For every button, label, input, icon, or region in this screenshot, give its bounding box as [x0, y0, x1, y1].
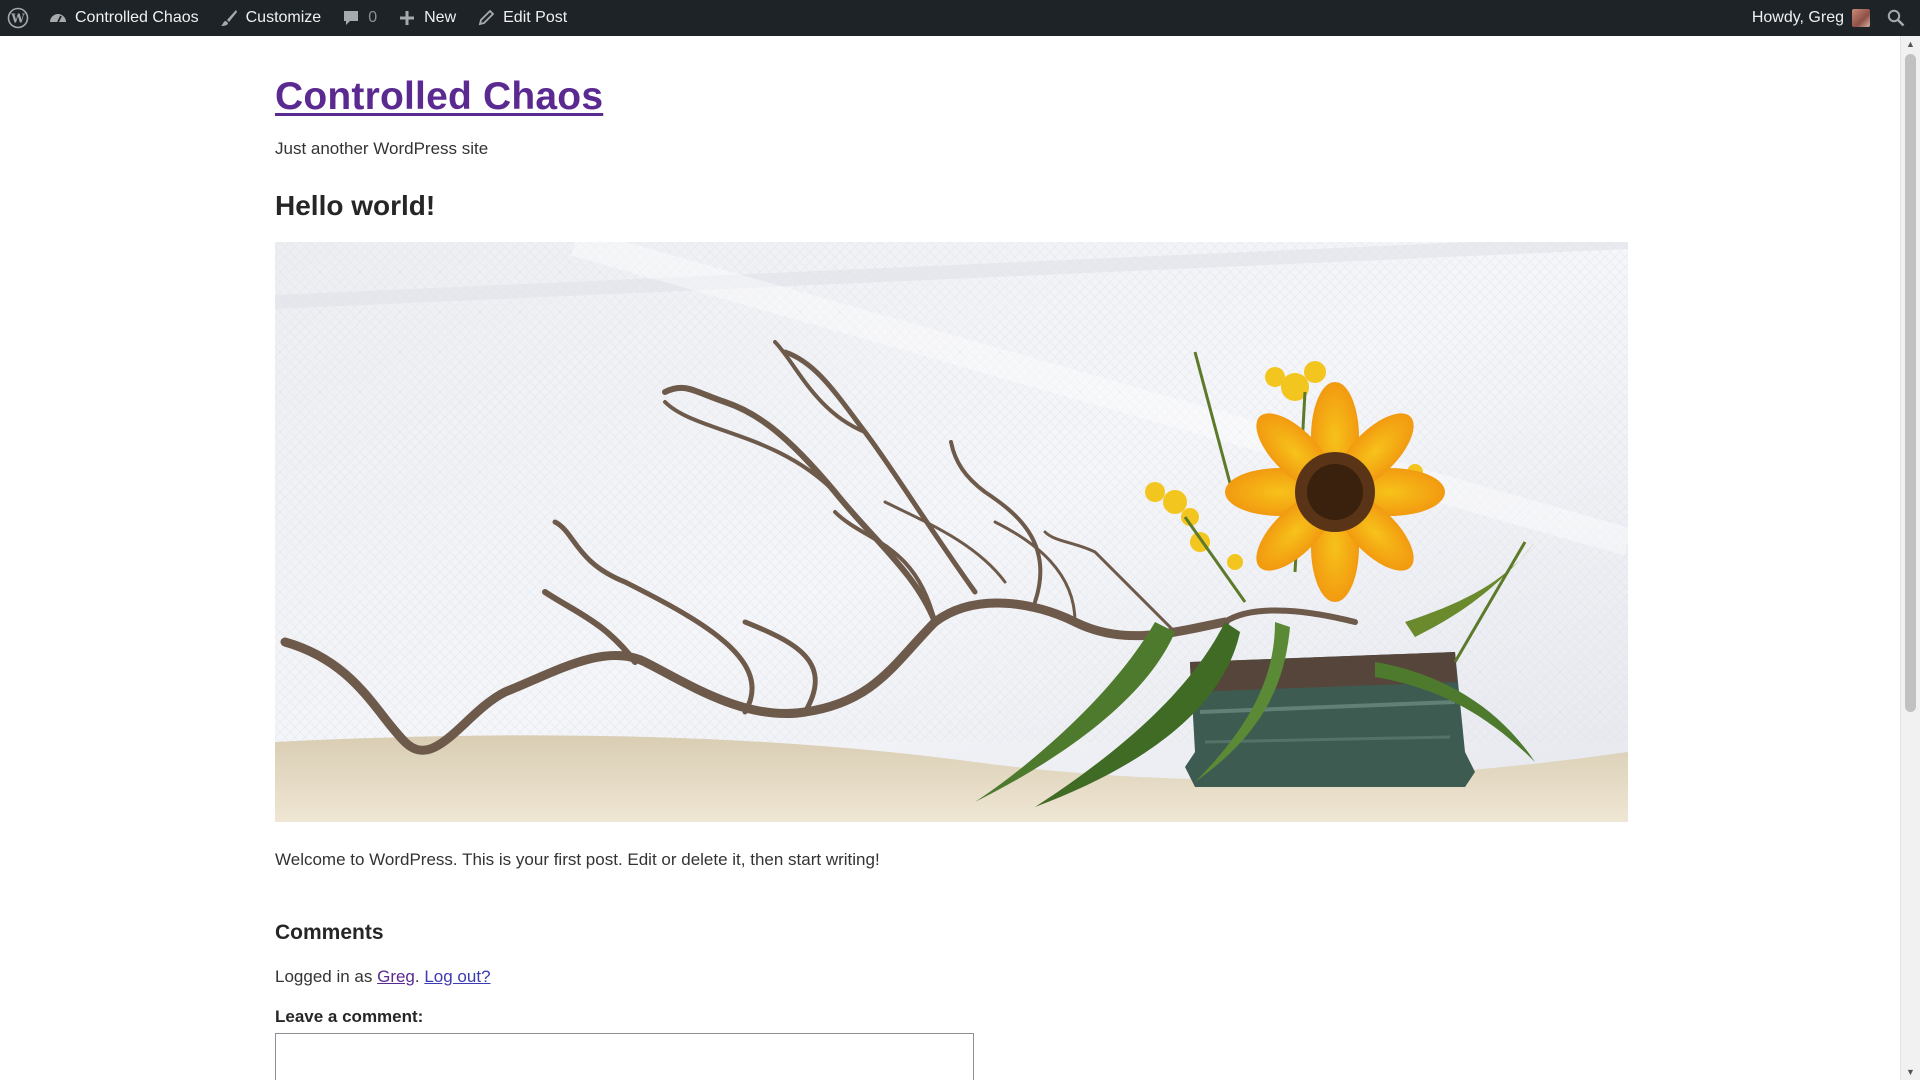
pencil-icon — [476, 8, 496, 28]
greeting-label: Howdy, Greg — [1751, 9, 1844, 26]
customize-label: Customize — [245, 9, 322, 26]
comment-label: Leave a comment: — [275, 1007, 424, 1026]
new-label: New — [424, 9, 457, 26]
edit-post-label: Edit Post — [503, 9, 568, 26]
plus-icon — [397, 8, 417, 28]
admin-bar: W Controlled Chaos Customize 0 New Edit … — [0, 0, 1920, 36]
wordpress-logo-icon: W — [6, 6, 30, 30]
scroll-up-arrow-icon[interactable]: ▲ — [1901, 36, 1920, 52]
site-name-button[interactable]: Controlled Chaos — [38, 0, 209, 36]
dashboard-icon — [48, 8, 68, 28]
comments-button[interactable]: 0 — [331, 0, 387, 36]
comment-textarea[interactable] — [275, 1033, 974, 1080]
comments-heading: Comments — [275, 921, 384, 944]
vertical-scrollbar[interactable]: ▲ ▼ — [1900, 36, 1920, 1080]
scrollbar-thumb[interactable] — [1905, 54, 1916, 712]
logged-in-prefix: Logged in as — [275, 967, 378, 986]
post-title: Hello world! — [275, 190, 436, 221]
comment-bubble-icon — [341, 8, 361, 28]
user-profile-link[interactable]: Greg — [377, 967, 415, 986]
svg-text:W: W — [10, 12, 25, 26]
scroll-down-arrow-icon[interactable]: ▼ — [1901, 1064, 1920, 1080]
search-button[interactable] — [1880, 0, 1920, 36]
logged-in-separator: . — [414, 967, 425, 986]
site-title-link[interactable]: Controlled Chaos — [275, 75, 603, 119]
site-tagline: Just another WordPress site — [275, 139, 489, 158]
main-content: Controlled Chaos Just another WordPress … — [275, 36, 1628, 1080]
my-account-button[interactable]: Howdy, Greg — [1742, 0, 1880, 36]
wordpress-logo-button[interactable]: W — [0, 0, 38, 36]
logout-link[interactable]: Log out? — [424, 967, 490, 986]
post-content: Welcome to WordPress. This is your first… — [275, 850, 880, 869]
comment-count: 0 — [368, 9, 378, 26]
new-content-button[interactable]: New — [387, 0, 466, 36]
paintbrush-icon — [219, 8, 239, 28]
avatar — [1852, 9, 1870, 27]
edit-post-button[interactable]: Edit Post — [466, 0, 577, 36]
customize-button[interactable]: Customize — [209, 0, 332, 36]
featured-image — [275, 242, 1628, 822]
site-name-label: Controlled Chaos — [75, 9, 199, 26]
logged-in-text: Logged in as Greg. Log out? — [275, 967, 1628, 987]
search-icon — [1886, 8, 1906, 28]
